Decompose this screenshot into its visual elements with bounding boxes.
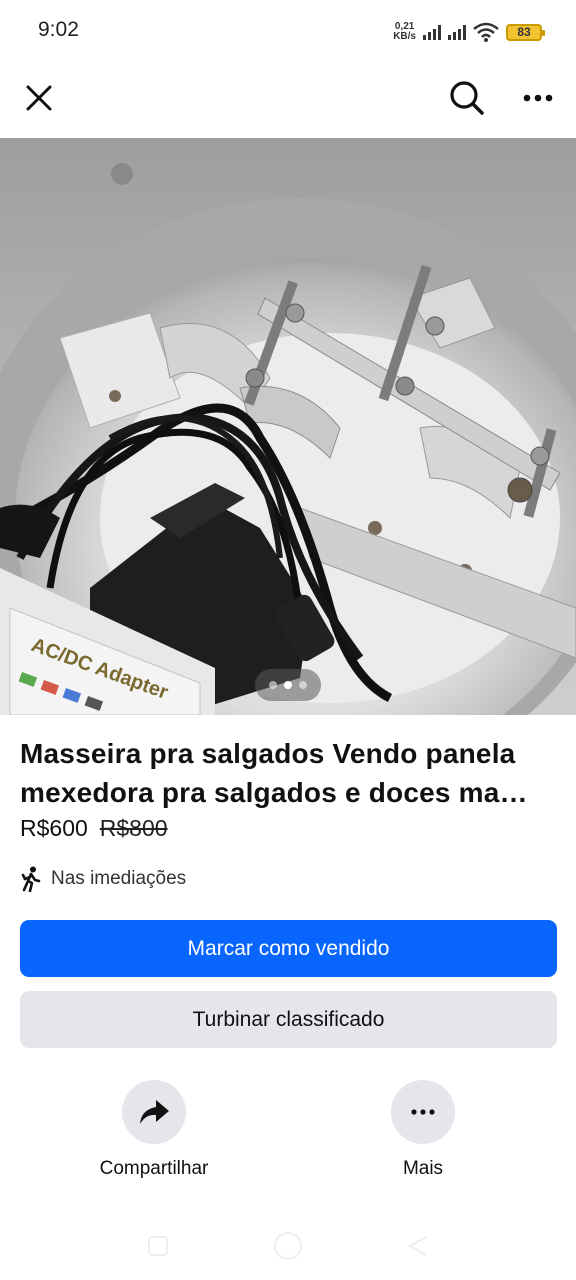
home-icon[interactable] — [272, 1230, 304, 1262]
network-speed-unit: KB/s — [393, 31, 416, 42]
photo-pager — [255, 669, 321, 701]
close-icon — [26, 85, 52, 111]
boost-listing-button[interactable]: Turbinar classificado — [20, 991, 557, 1048]
listing-photo[interactable]: AC/DC Adapter — [0, 138, 576, 715]
wifi-icon — [473, 22, 499, 42]
share-label: Compartilhar — [99, 1158, 209, 1179]
search-button[interactable] — [443, 74, 491, 122]
old-price: R$800 — [99, 815, 168, 841]
mark-as-sold-button[interactable]: Marcar como vendido — [20, 920, 557, 977]
status-time: 9:02 — [38, 18, 79, 41]
status-bar: 9:02 0,21 KB/s 83 — [0, 0, 576, 64]
more-options-button[interactable] — [514, 74, 562, 122]
listing-photo-image: AC/DC Adapter — [0, 138, 576, 715]
share-arrow-icon — [140, 1100, 169, 1124]
more-action[interactable]: Mais — [353, 1080, 493, 1180]
back-icon[interactable] — [406, 1234, 430, 1258]
search-icon — [450, 81, 484, 115]
location-text: Nas imediações — [51, 868, 187, 889]
price-row: R$600 R$800 — [20, 815, 168, 842]
more-label: Mais — [402, 1158, 444, 1179]
status-icons: 0,21 KB/s 83 — [393, 18, 545, 46]
top-nav — [0, 64, 576, 138]
share-button[interactable] — [122, 1080, 186, 1144]
more-horizontal-icon — [411, 1109, 435, 1115]
more-button[interactable] — [391, 1080, 455, 1144]
pager-dot — [299, 681, 307, 689]
battery-icon: 83 — [506, 23, 545, 41]
network-speed: 0,21 KB/s — [393, 22, 416, 42]
location-row: Nas imediações — [20, 866, 186, 892]
listing-title: Masseira pra salgados Vendo panela mexed… — [20, 738, 528, 808]
pager-dot-active — [284, 681, 292, 689]
walking-person-icon — [21, 866, 41, 892]
system-nav-bar — [0, 1222, 576, 1280]
more-horizontal-icon — [523, 94, 553, 102]
price: R$600 — [20, 815, 88, 841]
pager-dot — [269, 681, 277, 689]
recent-apps-icon[interactable] — [146, 1234, 170, 1258]
share-action[interactable]: Compartilhar — [84, 1080, 224, 1180]
signal-icon — [423, 24, 441, 40]
signal-icon-2 — [448, 24, 466, 40]
close-button[interactable] — [15, 74, 63, 122]
